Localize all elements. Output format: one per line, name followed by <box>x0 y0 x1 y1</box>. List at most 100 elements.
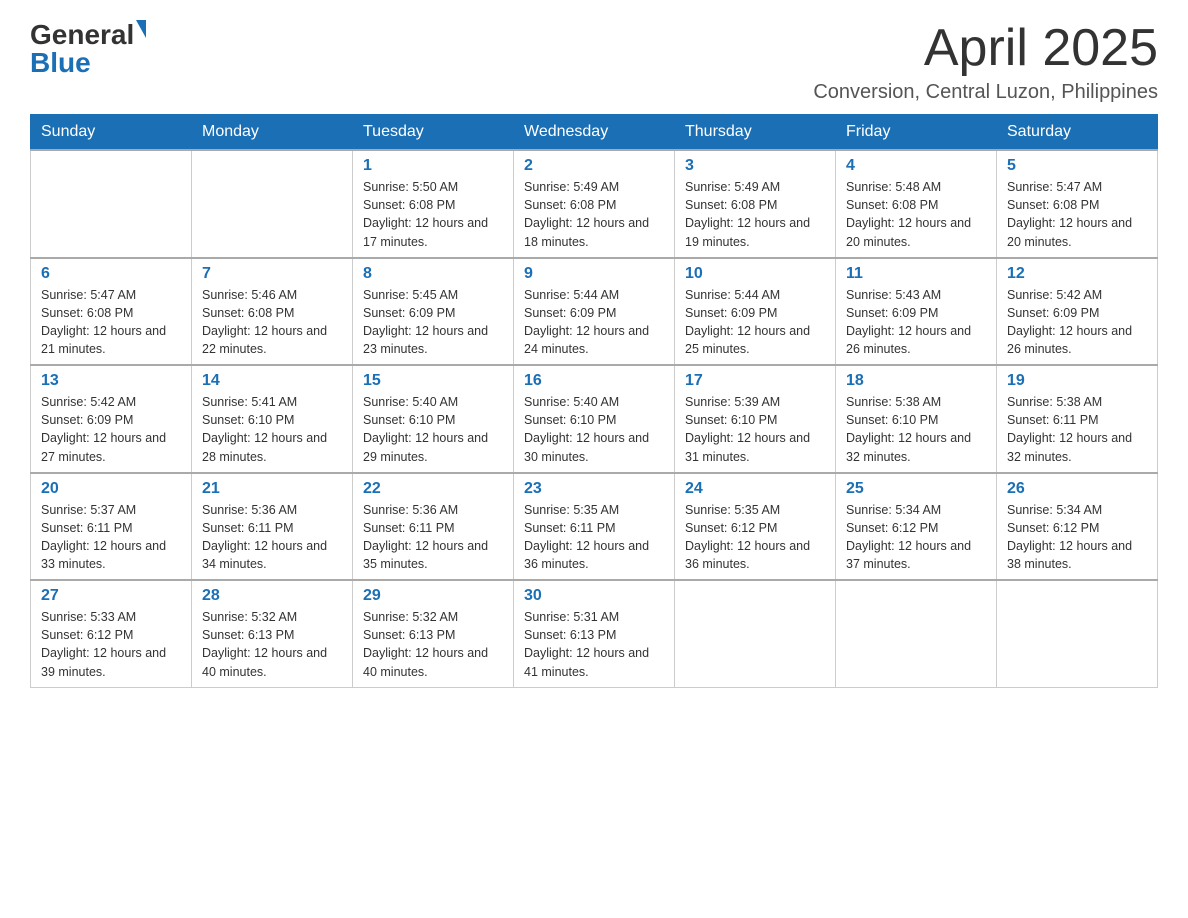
month-title: April 2025 <box>813 20 1158 77</box>
day-info: Sunrise: 5:35 AMSunset: 6:12 PMDaylight:… <box>685 501 825 574</box>
header-cell-tuesday: Tuesday <box>353 115 514 151</box>
day-number: 17 <box>685 372 825 390</box>
day-cell: 26 Sunrise: 5:34 AMSunset: 6:12 PMDayligh… <box>997 473 1158 581</box>
day-cell: 24 Sunrise: 5:35 AMSunset: 6:12 PMDayligh… <box>675 473 836 581</box>
day-number: 4 <box>846 157 986 175</box>
day-cell: 22 Sunrise: 5:36 AMSunset: 6:11 PMDayligh… <box>353 473 514 581</box>
day-cell: 19 Sunrise: 5:38 AMSunset: 6:11 PMDayligh… <box>997 365 1158 473</box>
day-number: 23 <box>524 480 664 498</box>
day-cell: 1 Sunrise: 5:50 AMSunset: 6:08 PMDaylight… <box>353 150 514 258</box>
day-cell: 27 Sunrise: 5:33 AMSunset: 6:12 PMDayligh… <box>31 580 192 687</box>
day-info: Sunrise: 5:36 AMSunset: 6:11 PMDaylight:… <box>202 501 342 574</box>
day-cell <box>192 150 353 258</box>
day-info: Sunrise: 5:34 AMSunset: 6:12 PMDaylight:… <box>1007 501 1147 574</box>
day-cell: 9 Sunrise: 5:44 AMSunset: 6:09 PMDaylight… <box>514 258 675 366</box>
day-info: Sunrise: 5:38 AMSunset: 6:11 PMDaylight:… <box>1007 393 1147 466</box>
day-number: 24 <box>685 480 825 498</box>
day-number: 22 <box>363 480 503 498</box>
day-cell: 23 Sunrise: 5:35 AMSunset: 6:11 PMDayligh… <box>514 473 675 581</box>
day-info: Sunrise: 5:46 AMSunset: 6:08 PMDaylight:… <box>202 286 342 359</box>
day-cell: 17Sunrise: 5:39 AMSunset: 6:10 PMDayligh… <box>675 365 836 473</box>
day-info: Sunrise: 5:50 AMSunset: 6:08 PMDaylight:… <box>363 178 503 251</box>
day-number: 9 <box>524 265 664 283</box>
week-row-5: 27 Sunrise: 5:33 AMSunset: 6:12 PMDayligh… <box>31 580 1158 687</box>
day-number: 25 <box>846 480 986 498</box>
day-cell: 4 Sunrise: 5:48 AMSunset: 6:08 PMDaylight… <box>836 150 997 258</box>
day-info: Sunrise: 5:42 AMSunset: 6:09 PMDaylight:… <box>1007 286 1147 359</box>
day-number: 18 <box>846 372 986 390</box>
day-number: 11 <box>846 265 986 283</box>
logo: General Blue <box>30 20 146 77</box>
day-cell <box>675 580 836 687</box>
day-info: Sunrise: 5:37 AMSunset: 6:11 PMDaylight:… <box>41 501 181 574</box>
day-cell: 13Sunrise: 5:42 AMSunset: 6:09 PMDayligh… <box>31 365 192 473</box>
day-number: 3 <box>685 157 825 175</box>
calendar-header: SundayMondayTuesdayWednesdayThursdayFrid… <box>31 115 1158 151</box>
day-number: 19 <box>1007 372 1147 390</box>
day-cell: 28 Sunrise: 5:32 AMSunset: 6:13 PMDayligh… <box>192 580 353 687</box>
day-cell: 12 Sunrise: 5:42 AMSunset: 6:09 PMDayligh… <box>997 258 1158 366</box>
day-number: 6 <box>41 265 181 283</box>
header-cell-saturday: Saturday <box>997 115 1158 151</box>
logo-arrow-icon <box>136 20 146 38</box>
week-row-1: 1 Sunrise: 5:50 AMSunset: 6:08 PMDaylight… <box>31 150 1158 258</box>
header-cell-sunday: Sunday <box>31 115 192 151</box>
day-info: Sunrise: 5:33 AMSunset: 6:12 PMDaylight:… <box>41 608 181 681</box>
location-title: Conversion, Central Luzon, Philippines <box>813 81 1158 104</box>
day-cell: 20Sunrise: 5:37 AMSunset: 6:11 PMDayligh… <box>31 473 192 581</box>
day-number: 27 <box>41 587 181 605</box>
day-number: 10 <box>685 265 825 283</box>
day-number: 1 <box>363 157 503 175</box>
day-info: Sunrise: 5:40 AMSunset: 6:10 PMDaylight:… <box>363 393 503 466</box>
day-info: Sunrise: 5:49 AMSunset: 6:08 PMDaylight:… <box>685 178 825 251</box>
day-cell: 5 Sunrise: 5:47 AMSunset: 6:08 PMDaylight… <box>997 150 1158 258</box>
header-cell-thursday: Thursday <box>675 115 836 151</box>
day-number: 26 <box>1007 480 1147 498</box>
title-section: April 2025 Conversion, Central Luzon, Ph… <box>813 20 1158 104</box>
day-info: Sunrise: 5:32 AMSunset: 6:13 PMDaylight:… <box>202 608 342 681</box>
day-number: 7 <box>202 265 342 283</box>
day-cell: 21Sunrise: 5:36 AMSunset: 6:11 PMDayligh… <box>192 473 353 581</box>
day-number: 8 <box>363 265 503 283</box>
week-row-3: 13Sunrise: 5:42 AMSunset: 6:09 PMDayligh… <box>31 365 1158 473</box>
day-info: Sunrise: 5:36 AMSunset: 6:11 PMDaylight:… <box>363 501 503 574</box>
day-info: Sunrise: 5:44 AMSunset: 6:09 PMDaylight:… <box>524 286 664 359</box>
day-number: 30 <box>524 587 664 605</box>
header-row: SundayMondayTuesdayWednesdayThursdayFrid… <box>31 115 1158 151</box>
day-cell <box>836 580 997 687</box>
day-cell: 25 Sunrise: 5:34 AMSunset: 6:12 PMDayligh… <box>836 473 997 581</box>
week-row-4: 20Sunrise: 5:37 AMSunset: 6:11 PMDayligh… <box>31 473 1158 581</box>
day-cell: 8 Sunrise: 5:45 AMSunset: 6:09 PMDaylight… <box>353 258 514 366</box>
week-row-2: 6 Sunrise: 5:47 AMSunset: 6:08 PMDaylight… <box>31 258 1158 366</box>
day-info: Sunrise: 5:45 AMSunset: 6:09 PMDaylight:… <box>363 286 503 359</box>
calendar-body: 1 Sunrise: 5:50 AMSunset: 6:08 PMDaylight… <box>31 150 1158 687</box>
day-number: 28 <box>202 587 342 605</box>
day-cell: 18Sunrise: 5:38 AMSunset: 6:10 PMDayligh… <box>836 365 997 473</box>
day-number: 16 <box>524 372 664 390</box>
day-info: Sunrise: 5:40 AMSunset: 6:10 PMDaylight:… <box>524 393 664 466</box>
page-header: General Blue April 2025 Conversion, Cent… <box>30 20 1158 104</box>
day-info: Sunrise: 5:43 AMSunset: 6:09 PMDaylight:… <box>846 286 986 359</box>
day-cell <box>997 580 1158 687</box>
day-info: Sunrise: 5:48 AMSunset: 6:08 PMDaylight:… <box>846 178 986 251</box>
day-cell: 11 Sunrise: 5:43 AMSunset: 6:09 PMDayligh… <box>836 258 997 366</box>
logo-blue-text: Blue <box>30 47 91 78</box>
day-info: Sunrise: 5:47 AMSunset: 6:08 PMDaylight:… <box>1007 178 1147 251</box>
day-cell: 14Sunrise: 5:41 AMSunset: 6:10 PMDayligh… <box>192 365 353 473</box>
day-info: Sunrise: 5:47 AMSunset: 6:08 PMDaylight:… <box>41 286 181 359</box>
day-number: 5 <box>1007 157 1147 175</box>
day-number: 12 <box>1007 265 1147 283</box>
day-cell: 6 Sunrise: 5:47 AMSunset: 6:08 PMDaylight… <box>31 258 192 366</box>
day-number: 15 <box>363 372 503 390</box>
day-info: Sunrise: 5:42 AMSunset: 6:09 PMDaylight:… <box>41 393 181 466</box>
day-cell: 29Sunrise: 5:32 AMSunset: 6:13 PMDayligh… <box>353 580 514 687</box>
day-info: Sunrise: 5:34 AMSunset: 6:12 PMDaylight:… <box>846 501 986 574</box>
header-cell-monday: Monday <box>192 115 353 151</box>
day-info: Sunrise: 5:44 AMSunset: 6:09 PMDaylight:… <box>685 286 825 359</box>
logo-general-text: General <box>30 19 134 50</box>
day-info: Sunrise: 5:41 AMSunset: 6:10 PMDaylight:… <box>202 393 342 466</box>
day-cell: 30Sunrise: 5:31 AMSunset: 6:13 PMDayligh… <box>514 580 675 687</box>
day-cell: 2Sunrise: 5:49 AMSunset: 6:08 PMDaylight… <box>514 150 675 258</box>
day-info: Sunrise: 5:35 AMSunset: 6:11 PMDaylight:… <box>524 501 664 574</box>
day-number: 2 <box>524 157 664 175</box>
